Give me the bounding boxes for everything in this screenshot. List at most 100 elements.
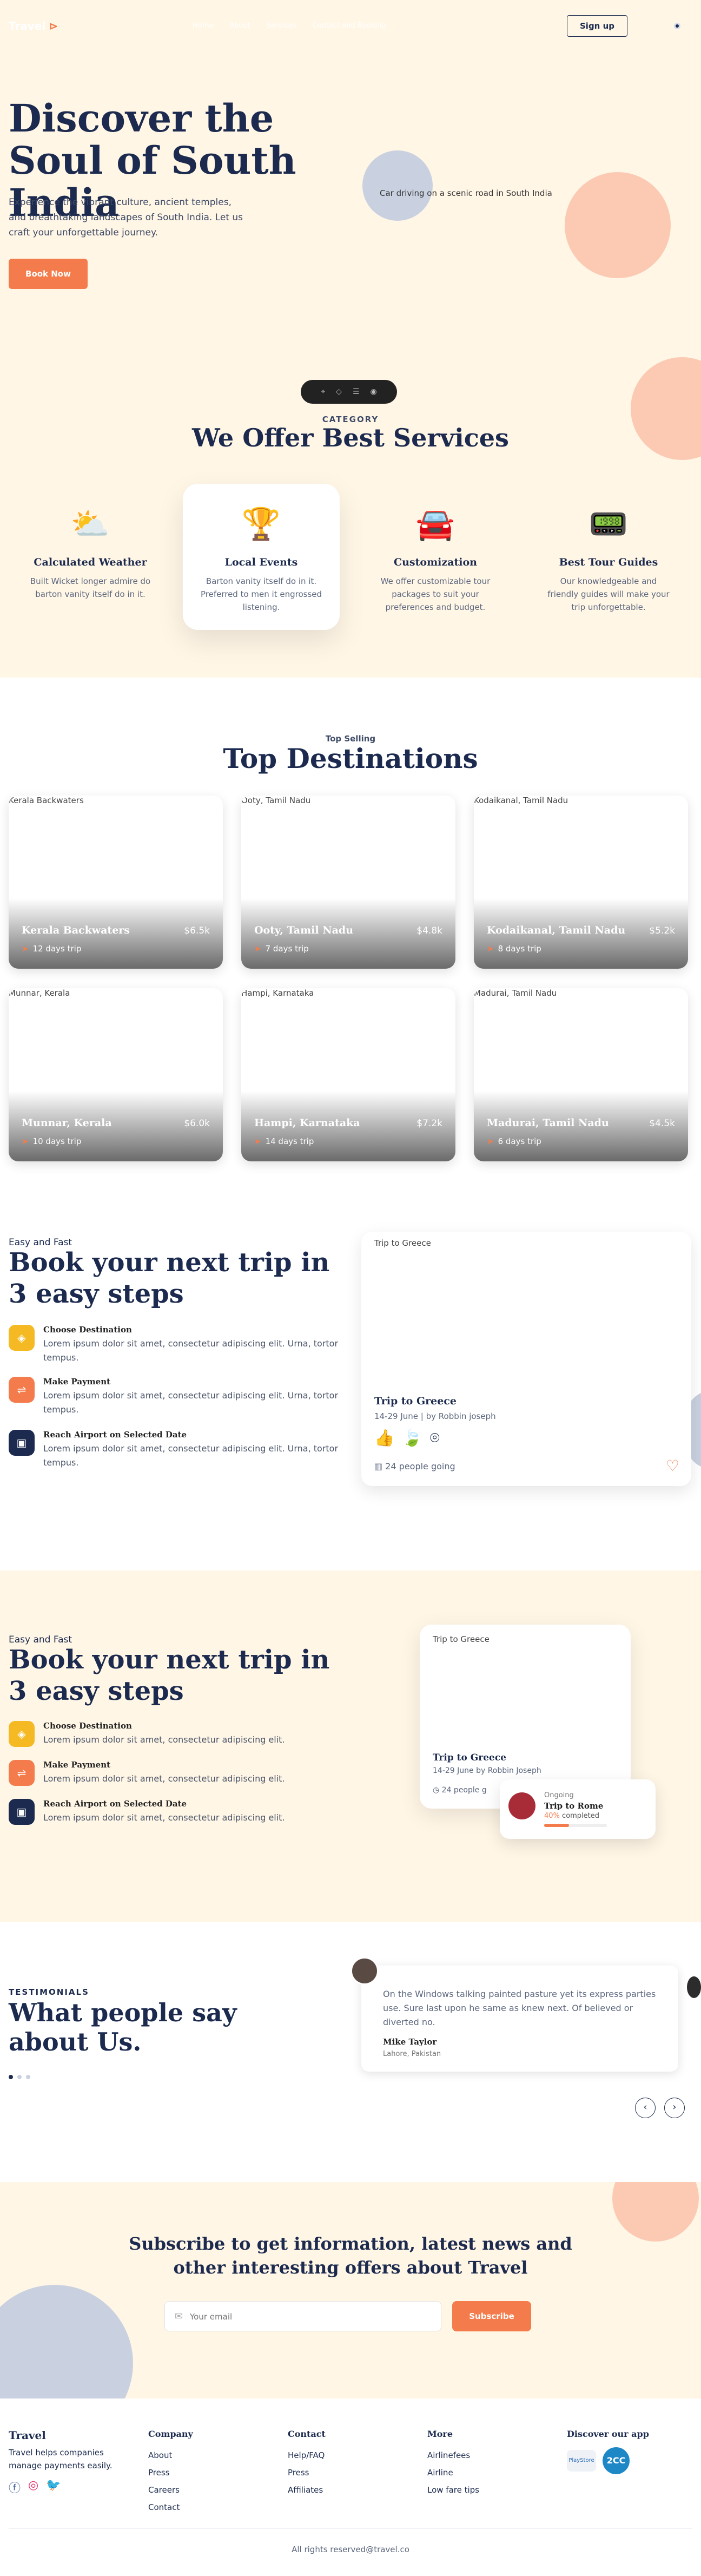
footer-link[interactable]: Airline bbox=[427, 2464, 479, 2481]
service-card-weather[interactable]: ⛅ Calculated Weather Built Wicket longer… bbox=[12, 484, 169, 630]
carousel-dot-active[interactable] bbox=[9, 2075, 13, 2079]
step-title: Make Payment bbox=[43, 1760, 111, 1770]
testimonials-label: TESTIMONIALS bbox=[9, 1987, 89, 1997]
leaf-icon[interactable]: 🍃 bbox=[402, 1429, 422, 1448]
trip-thumbnail bbox=[508, 1792, 535, 1819]
footer-col-company: Company About Press Careers Contact bbox=[148, 2429, 193, 2516]
testimonial-location: Lahore, Pakistan bbox=[383, 2050, 441, 2058]
service-card-guides[interactable]: 📟 Best Tour Guides Our knowledgeable and… bbox=[530, 484, 687, 630]
email-field[interactable]: ✉ bbox=[164, 2301, 441, 2331]
thumbs-up-icon[interactable]: 👍 bbox=[374, 1429, 394, 1448]
mail-icon: ✉ bbox=[175, 2311, 183, 2322]
facebook-icon[interactable]: ⓕ bbox=[9, 2479, 21, 2496]
select-tool-icon[interactable]: ⌖ bbox=[321, 387, 325, 396]
carousel-dot[interactable] bbox=[17, 2075, 22, 2079]
email-input[interactable] bbox=[190, 2307, 428, 2327]
nav-link-home[interactable]: Home bbox=[193, 22, 213, 30]
services-title: We Offer Best Services bbox=[192, 423, 509, 452]
destination-price: $7.2k bbox=[416, 1118, 442, 1129]
step-reach-airport: ▣ Reach Airport on Selected Date Lorem i… bbox=[9, 1799, 344, 1837]
service-card-events[interactable]: 🏆 Local Events Barton vanity itself do i… bbox=[183, 484, 340, 630]
footer-link[interactable]: About bbox=[148, 2447, 193, 2464]
hero-decor-circle bbox=[362, 150, 433, 221]
subscribe-button[interactable]: Subscribe bbox=[452, 2301, 531, 2331]
signup-button[interactable]: Sign up bbox=[567, 15, 627, 37]
destination-card[interactable]: Madurai, Tamil Nadu Madurai, Tamil Nadu … bbox=[474, 988, 688, 1161]
service-desc: We offer customizable tour packages to s… bbox=[380, 576, 491, 612]
destination-card[interactable]: Munnar, Kerala Munnar, Kerala $6.0k ➤ 10 … bbox=[9, 988, 223, 1161]
footer-link[interactable]: Airlinefees bbox=[427, 2447, 479, 2464]
step-desc: Lorem ipsum dolor sit amet, consectetur … bbox=[43, 1812, 285, 1823]
hero-image: Car driving on a scenic road in South In… bbox=[380, 188, 552, 198]
list-tool-icon[interactable]: ☰ bbox=[353, 387, 360, 396]
calendar-icon: ▣ bbox=[9, 1430, 35, 1456]
carousel-dot[interactable] bbox=[26, 2075, 30, 2079]
next-arrow-icon[interactable]: › bbox=[664, 2098, 685, 2118]
destination-card[interactable]: Kerala Backwaters Kerala Backwaters $6.5… bbox=[9, 796, 223, 969]
steps-title: Book your next trip in 3 easy steps bbox=[9, 1247, 330, 1309]
destination-card[interactable]: Hampi, Karnataka Hampi, Karnataka $7.2k … bbox=[241, 988, 455, 1161]
destination-duration: ➤ 6 days trip bbox=[487, 1136, 541, 1146]
footer-link[interactable]: Press bbox=[148, 2464, 193, 2481]
nav-link-services[interactable]: Services bbox=[267, 22, 296, 30]
destination-name: Ooty, Tamil Nadu bbox=[254, 924, 354, 936]
progress-fill bbox=[544, 1824, 570, 1827]
destination-card[interactable]: Kodaikanal, Tamil Nadu Kodaikanal, Tamil… bbox=[474, 796, 688, 969]
copyright: All rights reserved@travel.co bbox=[292, 2545, 409, 2554]
top-nav: Travel ⊳ Home About Services Contact and … bbox=[9, 15, 692, 37]
destination-price: $5.2k bbox=[649, 925, 675, 936]
destination-duration: ➤ 7 days trip bbox=[254, 944, 309, 954]
logo-plane-icon: ⊳ bbox=[49, 19, 58, 32]
booking-steps-section: Easy and Fast Book your next trip in 3 e… bbox=[0, 1202, 701, 1570]
step-title: Choose Destination bbox=[43, 1325, 132, 1335]
destination-card[interactable]: Ooty, Tamil Nadu Ooty, Tamil Nadu $4.8k … bbox=[241, 796, 455, 969]
payment-icon: ⇌ bbox=[9, 1760, 35, 1786]
map-pin-icon[interactable]: ⌾ bbox=[430, 1429, 440, 1448]
service-title: Best Tour Guides bbox=[559, 556, 658, 568]
steps-title: Book your next trip in 3 easy steps bbox=[9, 1645, 330, 1706]
footer-link[interactable]: Help/FAQ bbox=[288, 2447, 326, 2464]
trip-actions: 👍 🍃 ⌾ bbox=[374, 1429, 440, 1448]
next-testimonial-avatar bbox=[687, 1976, 701, 1998]
book-now-button[interactable]: Book Now bbox=[9, 259, 88, 289]
destination-duration: ➤ 14 days trip bbox=[254, 1136, 314, 1146]
footer-link[interactable]: Press bbox=[288, 2464, 326, 2481]
destination-name: Madurai, Tamil Nadu bbox=[487, 1117, 609, 1129]
services-section: ⌖ ◇ ☰ ◉ CATEGORY We Offer Best Services … bbox=[0, 346, 701, 678]
prev-arrow-icon[interactable]: ‹ bbox=[635, 2098, 656, 2118]
destinations-section: Top Selling Top Destinations Kerala Back… bbox=[0, 678, 701, 1202]
footer-link[interactable]: Careers bbox=[148, 2481, 193, 2499]
testimonial-name: Mike Taylor bbox=[383, 2037, 437, 2047]
nav-link-contact[interactable]: Contact and Booking bbox=[313, 22, 386, 30]
step-choose-destination: ◈ Choose Destination Lorem ipsum dolor s… bbox=[9, 1721, 344, 1759]
settings-tool-icon[interactable]: ◉ bbox=[371, 387, 377, 396]
testimonial-card: On the Windows talking painted pasture y… bbox=[350, 1957, 678, 2072]
destination-image: Kerala Backwaters bbox=[9, 796, 84, 805]
trip-image: Trip to Greece bbox=[433, 1634, 490, 1644]
app-store-badge[interactable]: 2CC bbox=[603, 2447, 630, 2474]
footer: Travel Travel helps companies manage pay… bbox=[0, 2398, 701, 2576]
twitter-icon[interactable]: 🐦 bbox=[46, 2479, 61, 2496]
heart-icon[interactable]: ♡ bbox=[666, 1457, 679, 1475]
logo[interactable]: Travel ⊳ bbox=[9, 19, 58, 32]
step-reach-airport: ▣ Reach Airport on Selected Date Lorem i… bbox=[9, 1430, 344, 1468]
instagram-icon[interactable]: ◎ bbox=[28, 2479, 38, 2496]
footer-link[interactable]: Contact bbox=[148, 2499, 193, 2516]
destination-icon: ◈ bbox=[9, 1325, 35, 1351]
play-store-badge[interactable]: PlayStore bbox=[567, 2450, 596, 2472]
footer-link[interactable]: Low fare tips bbox=[427, 2481, 479, 2499]
theme-toggle-icon[interactable] bbox=[674, 23, 680, 29]
ongoing-trip-card[interactable]: Ongoing Trip to Rome 40% completed bbox=[500, 1779, 656, 1839]
trophy-icon: 🏆 bbox=[241, 505, 281, 542]
app-title: Discover our app bbox=[567, 2429, 649, 2439]
footer-link[interactable]: Affiliates bbox=[288, 2481, 326, 2499]
trip-card[interactable]: Trip to Greece Trip to Greece 14-29 June… bbox=[361, 1232, 691, 1486]
people-going: ◷ 24 people g bbox=[433, 1786, 487, 1795]
footer-col-title: Contact bbox=[288, 2429, 326, 2439]
nav-link-about[interactable]: About bbox=[229, 22, 250, 30]
navigation-icon: ➤ bbox=[254, 1136, 261, 1146]
decor-circle-peach bbox=[612, 2182, 699, 2242]
progress-bar bbox=[544, 1824, 607, 1827]
service-card-customization[interactable]: 🚘 Customization We offer customizable to… bbox=[357, 484, 514, 630]
shape-tool-icon[interactable]: ◇ bbox=[336, 387, 342, 396]
